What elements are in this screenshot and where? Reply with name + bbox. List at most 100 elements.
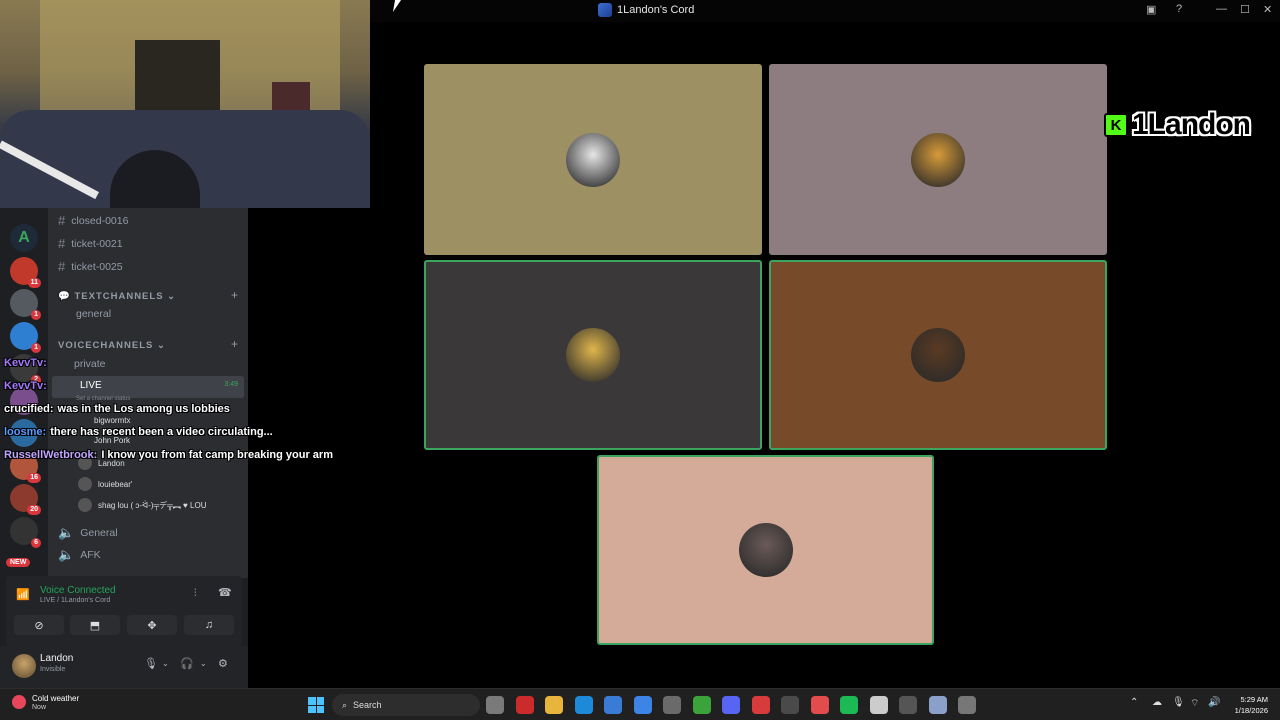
- headphones-icon[interactable]: 🎧: [180, 657, 194, 670]
- screen-share-button[interactable]: ⬒: [70, 615, 120, 635]
- disconnect-icon[interactable]: ☎: [218, 586, 232, 599]
- server-icon[interactable]: 6: [10, 516, 41, 548]
- taskbar-app-icon[interactable]: [781, 696, 799, 714]
- notification-badge: 11: [27, 277, 41, 288]
- taskbar-app-icon[interactable]: [958, 696, 976, 714]
- camera-off-button[interactable]: ⊘: [14, 615, 64, 635]
- weather-subtitle: Now: [32, 704, 47, 711]
- voice-channel-live[interactable]: LIVE 3:49: [52, 376, 244, 398]
- user-name[interactable]: Landon: [40, 653, 73, 664]
- taskbar-app-icon[interactable]: [486, 696, 504, 714]
- clock[interactable]: 5:29 AM 1/18/2026: [1228, 694, 1268, 716]
- window-titlebar: 1Landon's Cord ▣ ? — ☐ ✕: [370, 0, 1280, 22]
- hash-icon: #: [58, 259, 66, 274]
- voice-channel-general[interactable]: 🔈 General: [58, 525, 118, 541]
- video-tile[interactable]: [769, 260, 1107, 450]
- taskbar-app-icon[interactable]: [633, 696, 652, 714]
- hash-icon: #: [58, 213, 66, 228]
- taskbar-app-icon[interactable]: [869, 696, 888, 714]
- video-tile[interactable]: [769, 64, 1107, 255]
- channel-ticket-0025[interactable]: # ticket-0025: [58, 259, 123, 274]
- app-logo-icon: [598, 3, 612, 17]
- chat-message: KevvTv:: [4, 357, 47, 369]
- speaker-icon: 🔈: [58, 525, 75, 540]
- channel-ticket-0021[interactable]: # ticket-0021: [58, 236, 123, 251]
- server-icon[interactable]: 1: [10, 321, 41, 353]
- voice-member[interactable]: louiebear': [78, 477, 132, 491]
- video-tile[interactable]: [597, 455, 934, 645]
- taskbar-app-icon[interactable]: [751, 696, 770, 714]
- weather-icon: [12, 695, 26, 709]
- minimize-button[interactable]: —: [1216, 3, 1227, 15]
- category-voice-channels[interactable]: VOICECHANNELS ⌄: [58, 340, 166, 351]
- notification-badge: 1: [31, 342, 41, 353]
- add-text-channel-icon[interactable]: +: [231, 288, 238, 302]
- server-list: A 11 1 1 2 16 20 6: [0, 208, 48, 578]
- voice-connected-panel: 📶 Voice Connected LIVE / 1Landon's Cord …: [6, 576, 242, 646]
- server-new-badge: NEW: [6, 558, 31, 567]
- channel-general[interactable]: general: [76, 308, 111, 320]
- taskbar-app-icon[interactable]: [928, 696, 947, 714]
- notification-badge: 1: [31, 310, 41, 320]
- notification-badge: 16: [27, 472, 41, 483]
- chevron-up-icon[interactable]: ⌃: [1130, 697, 1138, 708]
- chat-message: RussellWetbrook: I know you from fat camp…: [4, 449, 333, 461]
- kick-logo-icon: K: [1104, 113, 1128, 137]
- voice-channel-afk[interactable]: 🔈 AFK: [58, 547, 101, 563]
- taskbar-app-icon[interactable]: [545, 696, 563, 714]
- chevron-down-icon[interactable]: ⌄: [200, 659, 207, 668]
- taskbar-app-icon[interactable]: [574, 696, 593, 714]
- taskbar-search[interactable]: ⌕ Search: [332, 694, 480, 716]
- channel-closed-0016[interactable]: # closed-0016: [58, 213, 128, 228]
- window-title: 1Landon's Cord: [617, 4, 695, 16]
- speaker-icon: 🔈: [58, 547, 75, 562]
- volume-icon[interactable]: 🔊: [1208, 697, 1220, 708]
- add-voice-channel-icon[interactable]: +: [231, 337, 238, 351]
- webcam-overlay: [0, 0, 370, 208]
- taskbar-app-icon[interactable]: [604, 696, 622, 714]
- voice-member[interactable]: bigwormtx: [94, 416, 130, 425]
- chevron-down-icon[interactable]: ⌄: [162, 659, 169, 668]
- weather-widget[interactable]: Cold weather Now: [12, 693, 79, 711]
- inbox-icon[interactable]: ▣: [1146, 3, 1156, 16]
- voice-connected-title[interactable]: Voice Connected: [40, 585, 116, 596]
- avatar: [78, 498, 92, 512]
- close-button[interactable]: ✕: [1263, 3, 1272, 16]
- server-icon[interactable]: A: [10, 224, 38, 252]
- network-icon[interactable]: ☁: [1152, 697, 1162, 708]
- taskbar-app-icon[interactable]: [722, 696, 740, 714]
- taskbar-app-icon[interactable]: [840, 696, 858, 714]
- maximize-button[interactable]: ☐: [1240, 3, 1250, 16]
- taskbar-app-icon[interactable]: [899, 696, 917, 714]
- server-icon[interactable]: 11: [10, 256, 41, 288]
- streamer-tag: K 1Landon: [1104, 108, 1251, 142]
- soundboard-button[interactable]: ♫: [184, 615, 234, 635]
- noise-suppression-icon[interactable]: ⫶: [194, 588, 197, 599]
- voice-channel-private[interactable]: private: [74, 358, 106, 370]
- voice-member[interactable]: shag lou ( ɔ-ᐛ-)╤デ╦︻ ♥ LOU: [78, 498, 206, 512]
- start-button[interactable]: [308, 697, 324, 713]
- avatar[interactable]: [12, 654, 36, 678]
- video-tile[interactable]: [424, 260, 762, 450]
- server-icon[interactable]: 20: [10, 484, 41, 515]
- voice-connected-subtitle[interactable]: LIVE / 1Landon's Cord: [40, 597, 110, 604]
- activities-icon: ✥: [147, 619, 157, 632]
- video-tile[interactable]: [424, 64, 762, 255]
- chat-message: KevvTv:: [4, 380, 47, 392]
- gear-icon[interactable]: ⚙: [218, 657, 228, 670]
- taskbar-app-icon[interactable]: [692, 696, 711, 714]
- channel-status-hint[interactable]: Set a channel status: [76, 396, 130, 402]
- server-icon[interactable]: 1: [10, 289, 41, 320]
- taskbar-app-icon[interactable]: [515, 696, 534, 714]
- notification-badge: 20: [27, 505, 41, 515]
- mic-icon[interactable]: 🎙: [1172, 697, 1185, 708]
- category-text-channels[interactable]: 💬 TEXTCHANNELS ⌄: [58, 291, 176, 302]
- connection-icon[interactable]: 📶: [16, 588, 30, 601]
- activities-button[interactable]: ✥: [127, 615, 177, 635]
- taskbar-app-icon[interactable]: [810, 696, 829, 714]
- camera-off-icon: ⊘: [34, 619, 44, 632]
- help-icon[interactable]: ?: [1176, 3, 1182, 15]
- mic-icon[interactable]: 🎙: [144, 657, 158, 670]
- taskbar-app-icon[interactable]: [663, 696, 681, 714]
- wifi-icon[interactable]: ⌔: [1190, 697, 1199, 710]
